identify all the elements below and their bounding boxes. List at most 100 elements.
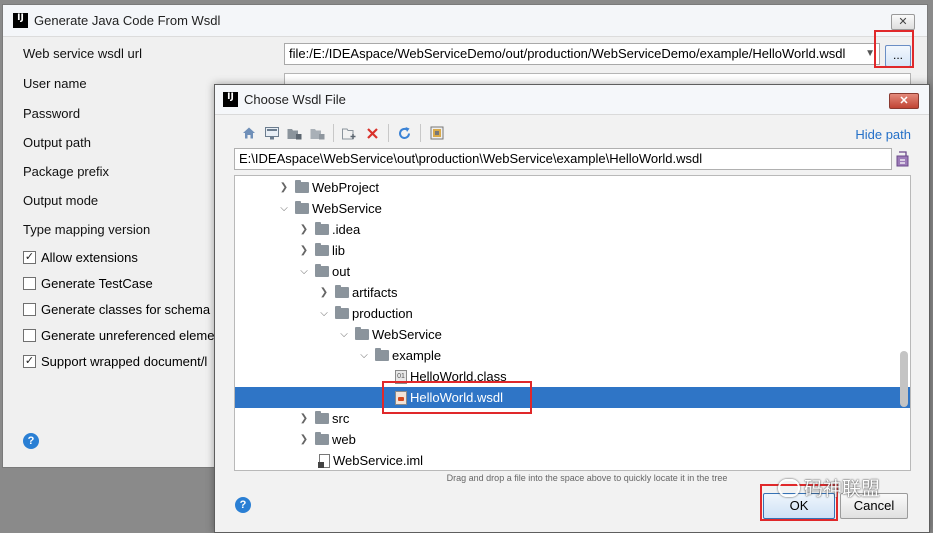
- generate-testcase-checkbox[interactable]: Generate TestCase: [23, 276, 153, 291]
- chevron-down-icon[interactable]: ⌵: [317, 308, 331, 319]
- file-tree[interactable]: ❯ WebProject ⌵ WebService ❯ .idea ❯ lib …: [234, 175, 911, 471]
- chevron-right-icon[interactable]: ❯: [277, 182, 291, 193]
- tree-item-label: src: [332, 411, 350, 426]
- toolbar-separator: [420, 124, 421, 142]
- intellij-logo-icon: IJ: [223, 92, 238, 107]
- highlight-box-selected-file: [382, 381, 532, 414]
- tree-item[interactable]: ⌵ production: [235, 303, 910, 324]
- choose-dialog-title: Choose Wsdl File: [244, 92, 346, 107]
- generate-unreferenced-checkbox[interactable]: Generate unreferenced eleme: [23, 328, 214, 343]
- tree-item[interactable]: ⌵ WebService: [235, 198, 910, 219]
- tree-item-label: .idea: [332, 222, 361, 237]
- tree-item-label: WebProject: [312, 180, 379, 195]
- checkbox-label: Allow extensions: [41, 250, 138, 265]
- checkbox-checked-icon: ✓: [23, 251, 36, 264]
- tree-item-label: lib: [332, 243, 346, 258]
- new-folder-icon[interactable]: [338, 123, 361, 143]
- checkbox-label: Generate unreferenced eleme: [41, 328, 215, 343]
- tree-item-label: production: [352, 306, 413, 321]
- tree-item[interactable]: ❯ artifacts: [235, 282, 910, 303]
- desktop-icon[interactable]: [260, 123, 283, 143]
- tree-item[interactable]: ❯ .idea: [235, 219, 910, 240]
- tree-item[interactable]: ❯ src: [235, 408, 910, 429]
- folder-icon: [355, 327, 369, 340]
- tree-item-selected[interactable]: HelloWorld.wsdl: [235, 387, 910, 408]
- tree-item-label: artifacts: [352, 285, 398, 300]
- help-icon[interactable]: ?: [235, 497, 251, 513]
- generate-classes-schema-checkbox[interactable]: Generate classes for schema a: [23, 302, 221, 317]
- refresh-icon[interactable]: [393, 123, 416, 143]
- file-chooser-toolbar: [237, 123, 448, 143]
- history-icon[interactable]: [896, 151, 910, 167]
- checkbox-label: Generate TestCase: [41, 276, 153, 291]
- choose-close-button[interactable]: ✕: [889, 93, 919, 109]
- watermark-text: 码神联盟: [804, 479, 881, 500]
- output-path-label: Output path: [23, 135, 91, 150]
- wechat-icon: [778, 478, 800, 497]
- output-mode-label: Output mode: [23, 193, 99, 208]
- main-dialog-title: Generate Java Code From Wsdl: [34, 13, 221, 28]
- chevron-down-icon[interactable]: ⌵: [277, 203, 291, 214]
- checkbox-label: Support wrapped document/l: [41, 354, 208, 369]
- tree-item[interactable]: ❯ web: [235, 429, 910, 450]
- module-file-icon: [318, 453, 330, 468]
- checkbox-label: Generate classes for schema a: [41, 302, 221, 317]
- choose-titlebar: IJ Choose Wsdl File: [215, 85, 929, 115]
- folder-icon: [335, 285, 349, 298]
- chevron-right-icon[interactable]: ❯: [297, 413, 311, 424]
- checkbox-unchecked-icon: [23, 329, 36, 342]
- wsdl-url-combobox[interactable]: file:/E:/IDEAspace/WebServiceDemo/out/pr…: [284, 43, 880, 65]
- folder-icon: [335, 306, 349, 319]
- wsdl-url-value: file:/E:/IDEAspace/WebServiceDemo/out/pr…: [289, 46, 846, 61]
- tree-item-label: WebService.iml: [333, 453, 424, 468]
- chevron-down-icon[interactable]: ⌵: [337, 329, 351, 340]
- watermark: 码神联盟: [778, 474, 880, 501]
- folder-icon: [295, 201, 309, 214]
- tree-item[interactable]: ⌵ example: [235, 345, 910, 366]
- main-close-button[interactable]: ✕: [891, 14, 915, 30]
- highlight-box-browse: [874, 30, 914, 68]
- home-icon[interactable]: [237, 123, 260, 143]
- folder-icon: [375, 348, 389, 361]
- tree-item[interactable]: ❯ WebProject: [235, 177, 910, 198]
- chevron-down-icon[interactable]: ⌵: [357, 350, 371, 361]
- tree-item[interactable]: 01 HelloWorld.class: [235, 366, 910, 387]
- chevron-down-icon[interactable]: ⌵: [297, 266, 311, 277]
- path-value: E:\IDEAspace\WebService\out\production\W…: [239, 151, 703, 166]
- password-label: Password: [23, 106, 81, 121]
- folder-icon: [315, 264, 329, 277]
- user-name-label: User name: [23, 76, 87, 91]
- wsdl-url-label: Web service wsdl url: [23, 46, 142, 61]
- project-folder-icon[interactable]: [283, 123, 306, 143]
- folder-icon: [315, 432, 329, 445]
- show-hidden-icon[interactable]: [425, 123, 448, 143]
- chevron-right-icon[interactable]: ❯: [297, 224, 311, 235]
- path-input[interactable]: E:\IDEAspace\WebService\out\production\W…: [234, 148, 892, 170]
- folder-icon: [315, 222, 329, 235]
- chevron-right-icon[interactable]: ❯: [297, 245, 311, 256]
- tree-item[interactable]: ⌵ WebService: [235, 324, 910, 345]
- folder-icon: [315, 411, 329, 424]
- tree-item-label: out: [332, 264, 351, 279]
- support-wrapped-checkbox[interactable]: ✓ Support wrapped document/l: [23, 354, 207, 369]
- help-icon[interactable]: ?: [23, 433, 39, 449]
- main-titlebar: IJ Generate Java Code From Wsdl: [3, 5, 927, 37]
- delete-icon[interactable]: [361, 123, 384, 143]
- hide-path-link[interactable]: Hide path: [855, 127, 911, 142]
- tree-scrollbar[interactable]: [900, 351, 908, 407]
- choose-wsdl-file-dialog: IJ Choose Wsdl File ✕ Hide path E:\IDEAs…: [214, 84, 930, 533]
- toolbar-separator: [333, 124, 334, 142]
- checkbox-unchecked-icon: [23, 303, 36, 316]
- module-folder-icon[interactable]: [306, 123, 329, 143]
- chevron-right-icon[interactable]: ❯: [297, 434, 311, 445]
- chevron-right-icon[interactable]: ❯: [317, 287, 331, 298]
- tree-item-label: WebService: [372, 327, 442, 342]
- toolbar-separator: [388, 124, 389, 142]
- tree-item[interactable]: ⌵ out: [235, 261, 910, 282]
- tree-item-label: web: [332, 432, 356, 447]
- tree-item[interactable]: ❯ lib: [235, 240, 910, 261]
- checkbox-unchecked-icon: [23, 277, 36, 290]
- allow-extensions-checkbox[interactable]: ✓ Allow extensions: [23, 250, 138, 265]
- tree-item[interactable]: WebService.iml: [235, 450, 910, 470]
- tree-item-label: example: [392, 348, 442, 363]
